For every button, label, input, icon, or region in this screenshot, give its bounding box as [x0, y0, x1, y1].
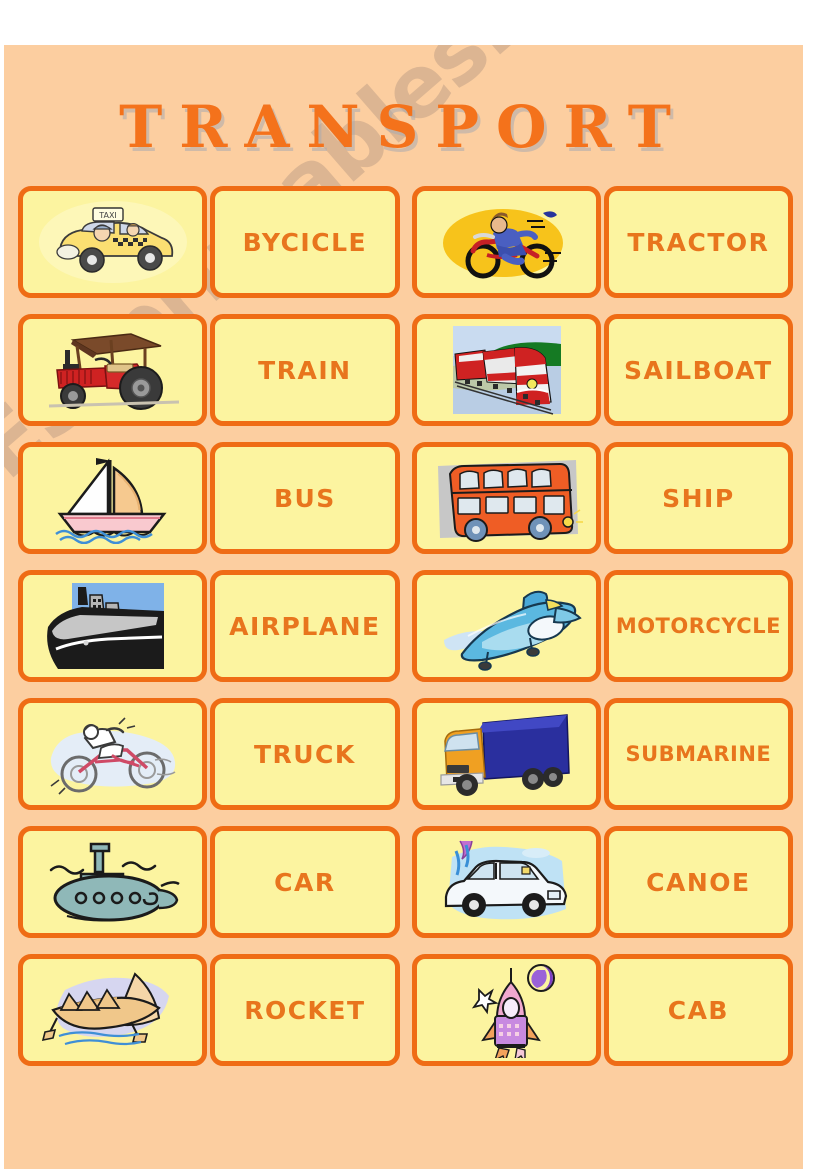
picture-card[interactable]	[18, 314, 208, 426]
submarine-icon	[23, 831, 202, 933]
word-card[interactable]: CANOE	[603, 826, 793, 938]
picture-card[interactable]	[411, 826, 601, 938]
picture-card[interactable]	[18, 954, 208, 1066]
row-half-right: SAILBOAT	[406, 314, 793, 426]
row-half-right: CAB	[406, 954, 793, 1066]
word-card[interactable]: CAB	[603, 954, 793, 1066]
word-label: BYCICLE	[242, 227, 368, 257]
taxi-cab-icon: TAXI	[23, 191, 202, 293]
word-label: CAR	[274, 867, 336, 897]
blue-airplane-icon	[417, 575, 596, 677]
word-card[interactable]: TRUCK	[210, 698, 400, 810]
row-half-left: TRUCK	[18, 698, 406, 810]
picture-card[interactable]	[18, 570, 208, 682]
word-card[interactable]: AIRPLANE	[210, 570, 400, 682]
row-half-left: CAR	[18, 826, 406, 938]
dirt-motorcycle-icon	[23, 703, 202, 805]
word-label: AIRPLANE	[229, 611, 381, 641]
word-label: MOTORCYCLE	[615, 613, 781, 638]
row-half-right: SHIP	[406, 442, 793, 554]
ocean-liner-ship-icon	[23, 575, 202, 677]
picture-card[interactable]	[18, 826, 208, 938]
picture-card[interactable]	[411, 954, 601, 1066]
sailboat-icon	[23, 447, 202, 549]
word-label: TRUCK	[253, 739, 356, 769]
word-card[interactable]: MOTORCYCLE	[603, 570, 793, 682]
passenger-train-icon	[417, 319, 596, 421]
table-row: CAR CANOE	[18, 826, 793, 938]
canoe-icon	[23, 959, 202, 1061]
word-label: TRAIN	[258, 355, 352, 385]
picture-card[interactable]	[411, 186, 601, 298]
table-row: TRAIN SAILBOAT	[18, 314, 793, 426]
word-label: CANOE	[646, 867, 751, 897]
row-half-left: TAXI BYCICLE	[18, 186, 406, 298]
word-label: CAB	[667, 995, 729, 1025]
picture-card[interactable]: TAXI	[18, 186, 208, 298]
picture-card[interactable]	[411, 442, 601, 554]
table-row: TAXI BYCICLE TRACTOR	[18, 186, 793, 298]
white-car-icon	[417, 831, 596, 933]
word-card[interactable]: SHIP	[603, 442, 793, 554]
picture-card[interactable]	[18, 442, 208, 554]
worksheet-page: ESLprintables.com TRANSPORT TAXI	[4, 45, 803, 1169]
page-title: TRANSPORT	[119, 93, 688, 161]
red-tractor-icon	[23, 319, 202, 421]
word-card[interactable]: CAR	[210, 826, 400, 938]
row-half-left: ROCKET	[18, 954, 406, 1066]
row-half-left: AIRPLANE	[18, 570, 406, 682]
row-half-right: CANOE	[406, 826, 793, 938]
word-card[interactable]: BUS	[210, 442, 400, 554]
rocket-icon	[417, 959, 596, 1061]
double-decker-bus-icon	[417, 447, 596, 549]
svg-text:TAXI: TAXI	[98, 211, 117, 220]
table-row: ROCKET CAB	[18, 954, 793, 1066]
motorcycle-rider-icon	[417, 191, 596, 293]
picture-card[interactable]	[411, 698, 601, 810]
table-row: TRUCK SUBMARINE	[18, 698, 793, 810]
word-card[interactable]: BYCICLE	[210, 186, 400, 298]
word-label: SAILBOAT	[624, 355, 773, 385]
word-card[interactable]: SUBMARINE	[603, 698, 793, 810]
table-row: AIRPLANE MOTORCYCLE	[18, 570, 793, 682]
row-half-right: TRACTOR	[406, 186, 793, 298]
word-card[interactable]: SAILBOAT	[603, 314, 793, 426]
word-label: TRACTOR	[627, 227, 770, 257]
picture-card[interactable]	[18, 698, 208, 810]
word-card[interactable]: ROCKET	[210, 954, 400, 1066]
row-half-left: TRAIN	[18, 314, 406, 426]
word-label: SUBMARINE	[625, 741, 772, 766]
row-half-right: MOTORCYCLE	[406, 570, 793, 682]
word-label: SHIP	[662, 483, 735, 513]
delivery-truck-icon	[417, 703, 596, 805]
transport-card-grid: TAXI BYCICLE TRACTOR TRAIN SAILBOAT BUS …	[18, 186, 793, 1082]
word-card[interactable]: TRAIN	[210, 314, 400, 426]
row-half-right: SUBMARINE	[406, 698, 793, 810]
picture-card[interactable]	[411, 570, 601, 682]
word-card[interactable]: TRACTOR	[603, 186, 793, 298]
picture-card[interactable]	[411, 314, 601, 426]
word-label: ROCKET	[244, 995, 366, 1025]
word-label: BUS	[273, 483, 336, 513]
table-row: BUS SHIP	[18, 442, 793, 554]
row-half-left: BUS	[18, 442, 406, 554]
